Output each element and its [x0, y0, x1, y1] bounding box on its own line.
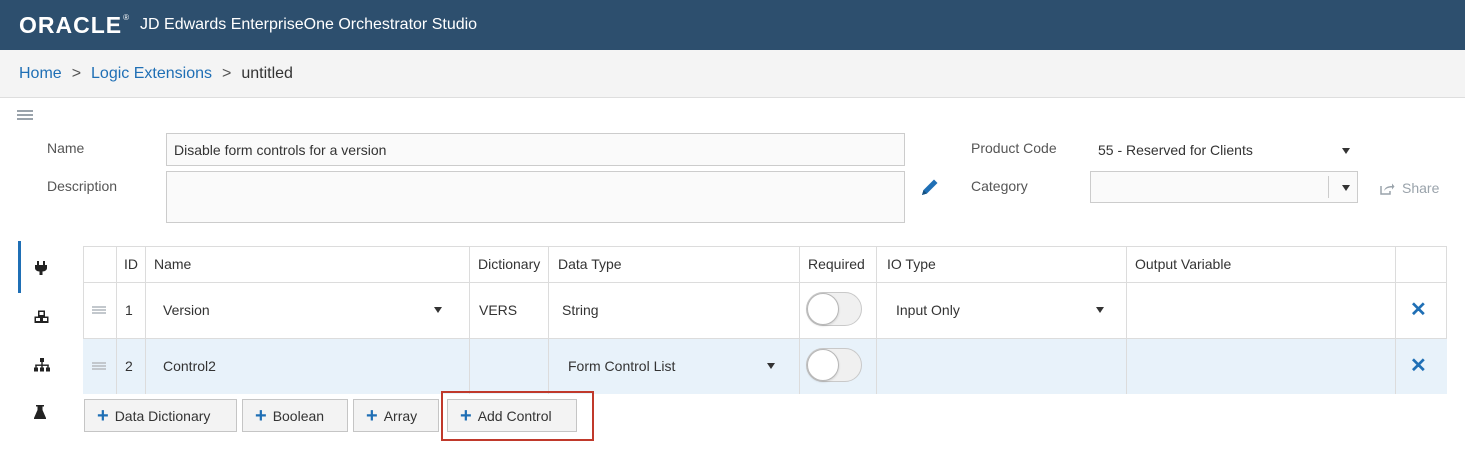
name-input[interactable]: Disable form controls for a version	[166, 133, 905, 166]
product-code-value: 55 - Reserved for Clients	[1098, 141, 1253, 158]
button-label: Boolean	[272, 407, 325, 424]
chevron-down-icon[interactable]	[767, 363, 775, 369]
category-select[interactable]	[1090, 171, 1358, 203]
table-row[interactable]	[83, 338, 1447, 394]
column-header-name[interactable]: Name	[154, 246, 191, 282]
breadcrumb-home[interactable]: Home	[19, 65, 62, 83]
column-divider	[1126, 246, 1127, 394]
plus-icon: +	[255, 404, 267, 427]
row-name-select[interactable]: Version	[163, 282, 210, 338]
drag-handle-icon[interactable]	[92, 362, 106, 370]
column-header-required[interactable]: Required	[808, 246, 865, 282]
logo-text: ORACLE	[19, 11, 123, 38]
description-label: Description	[47, 178, 118, 194]
column-divider	[116, 246, 117, 394]
row-id: 1	[125, 302, 133, 318]
row-name[interactable]: Control2	[163, 338, 216, 394]
breadcrumb-separator: >	[222, 64, 232, 82]
toggle-knob	[807, 349, 839, 381]
button-label: Data Dictionary	[114, 407, 211, 424]
share-button[interactable]: Share	[1380, 180, 1439, 196]
sitemap-icon[interactable]	[34, 358, 50, 374]
column-divider	[876, 246, 877, 394]
column-divider	[1395, 246, 1396, 394]
chevron-down-icon	[1342, 185, 1350, 191]
share-icon	[1380, 183, 1395, 195]
row-data-type: String	[562, 302, 599, 318]
description-input[interactable]	[166, 171, 905, 223]
button-label: Add Control	[477, 407, 552, 424]
table-row[interactable]	[83, 282, 1447, 338]
column-divider	[799, 246, 800, 394]
app-title: JD Edwards EnterpriseOne Orchestrator St…	[140, 16, 478, 33]
breadcrumb: Home > Logic Extensions > untitled	[0, 50, 1465, 98]
oracle-logo: ORACLE ®	[19, 12, 130, 39]
product-code-select[interactable]: 55 - Reserved for Clients	[1090, 133, 1358, 166]
column-header-output-variable[interactable]: Output Variable	[1135, 246, 1231, 282]
edit-pencil-icon[interactable]	[919, 176, 941, 201]
required-toggle[interactable]	[806, 348, 862, 382]
add-array-button[interactable]: + Array	[353, 399, 439, 432]
row-io-type-select[interactable]: Input Only	[896, 282, 960, 338]
sidenav-active-indicator	[18, 241, 21, 293]
logo-registered-mark: ®	[123, 12, 131, 22]
row-dictionary: VERS	[479, 302, 518, 318]
product-code-label: Product Code	[971, 140, 1057, 156]
add-control-button[interactable]: + Add Control	[447, 399, 577, 432]
column-header-id[interactable]: ID	[124, 246, 138, 282]
breadcrumb-separator: >	[71, 64, 82, 82]
add-boolean-button[interactable]: + Boolean	[242, 399, 348, 432]
cubes-icon[interactable]	[34, 310, 50, 326]
menu-icon[interactable]	[17, 110, 33, 120]
column-divider	[145, 246, 146, 394]
column-header-io-type[interactable]: IO Type	[887, 246, 936, 282]
breadcrumb-current: untitled	[241, 64, 293, 82]
select-divider	[1328, 176, 1329, 198]
plug-icon[interactable]	[34, 261, 50, 277]
app-header: ORACLE ® JD Edwards EnterpriseOne Orchest…	[0, 0, 1465, 50]
share-label: Share	[1402, 180, 1440, 196]
plus-icon: +	[97, 404, 109, 427]
row-id: 2	[125, 358, 133, 374]
chevron-down-icon	[1342, 148, 1350, 154]
column-divider	[469, 246, 470, 394]
chevron-down-icon[interactable]	[1096, 307, 1104, 313]
drag-handle-icon[interactable]	[92, 306, 106, 314]
plus-icon: +	[460, 404, 472, 427]
required-toggle[interactable]	[806, 292, 862, 326]
row-data-type-select[interactable]: Form Control List	[568, 338, 675, 394]
add-data-dictionary-button[interactable]: + Data Dictionary	[84, 399, 237, 432]
delete-row-icon[interactable]: ✕	[1410, 353, 1427, 378]
plus-icon: +	[366, 404, 378, 427]
name-label: Name	[47, 140, 85, 156]
toggle-knob	[807, 293, 839, 325]
category-label: Category	[971, 178, 1028, 194]
column-header-dictionary[interactable]: Dictionary	[478, 246, 540, 282]
column-divider	[548, 246, 549, 394]
delete-row-icon[interactable]: ✕	[1410, 297, 1427, 322]
breadcrumb-logic-extensions[interactable]: Logic Extensions	[91, 65, 212, 83]
flask-icon[interactable]	[34, 405, 50, 421]
chevron-down-icon[interactable]	[434, 307, 442, 313]
column-header-data-type[interactable]: Data Type	[558, 246, 622, 282]
button-label: Array	[383, 407, 418, 424]
